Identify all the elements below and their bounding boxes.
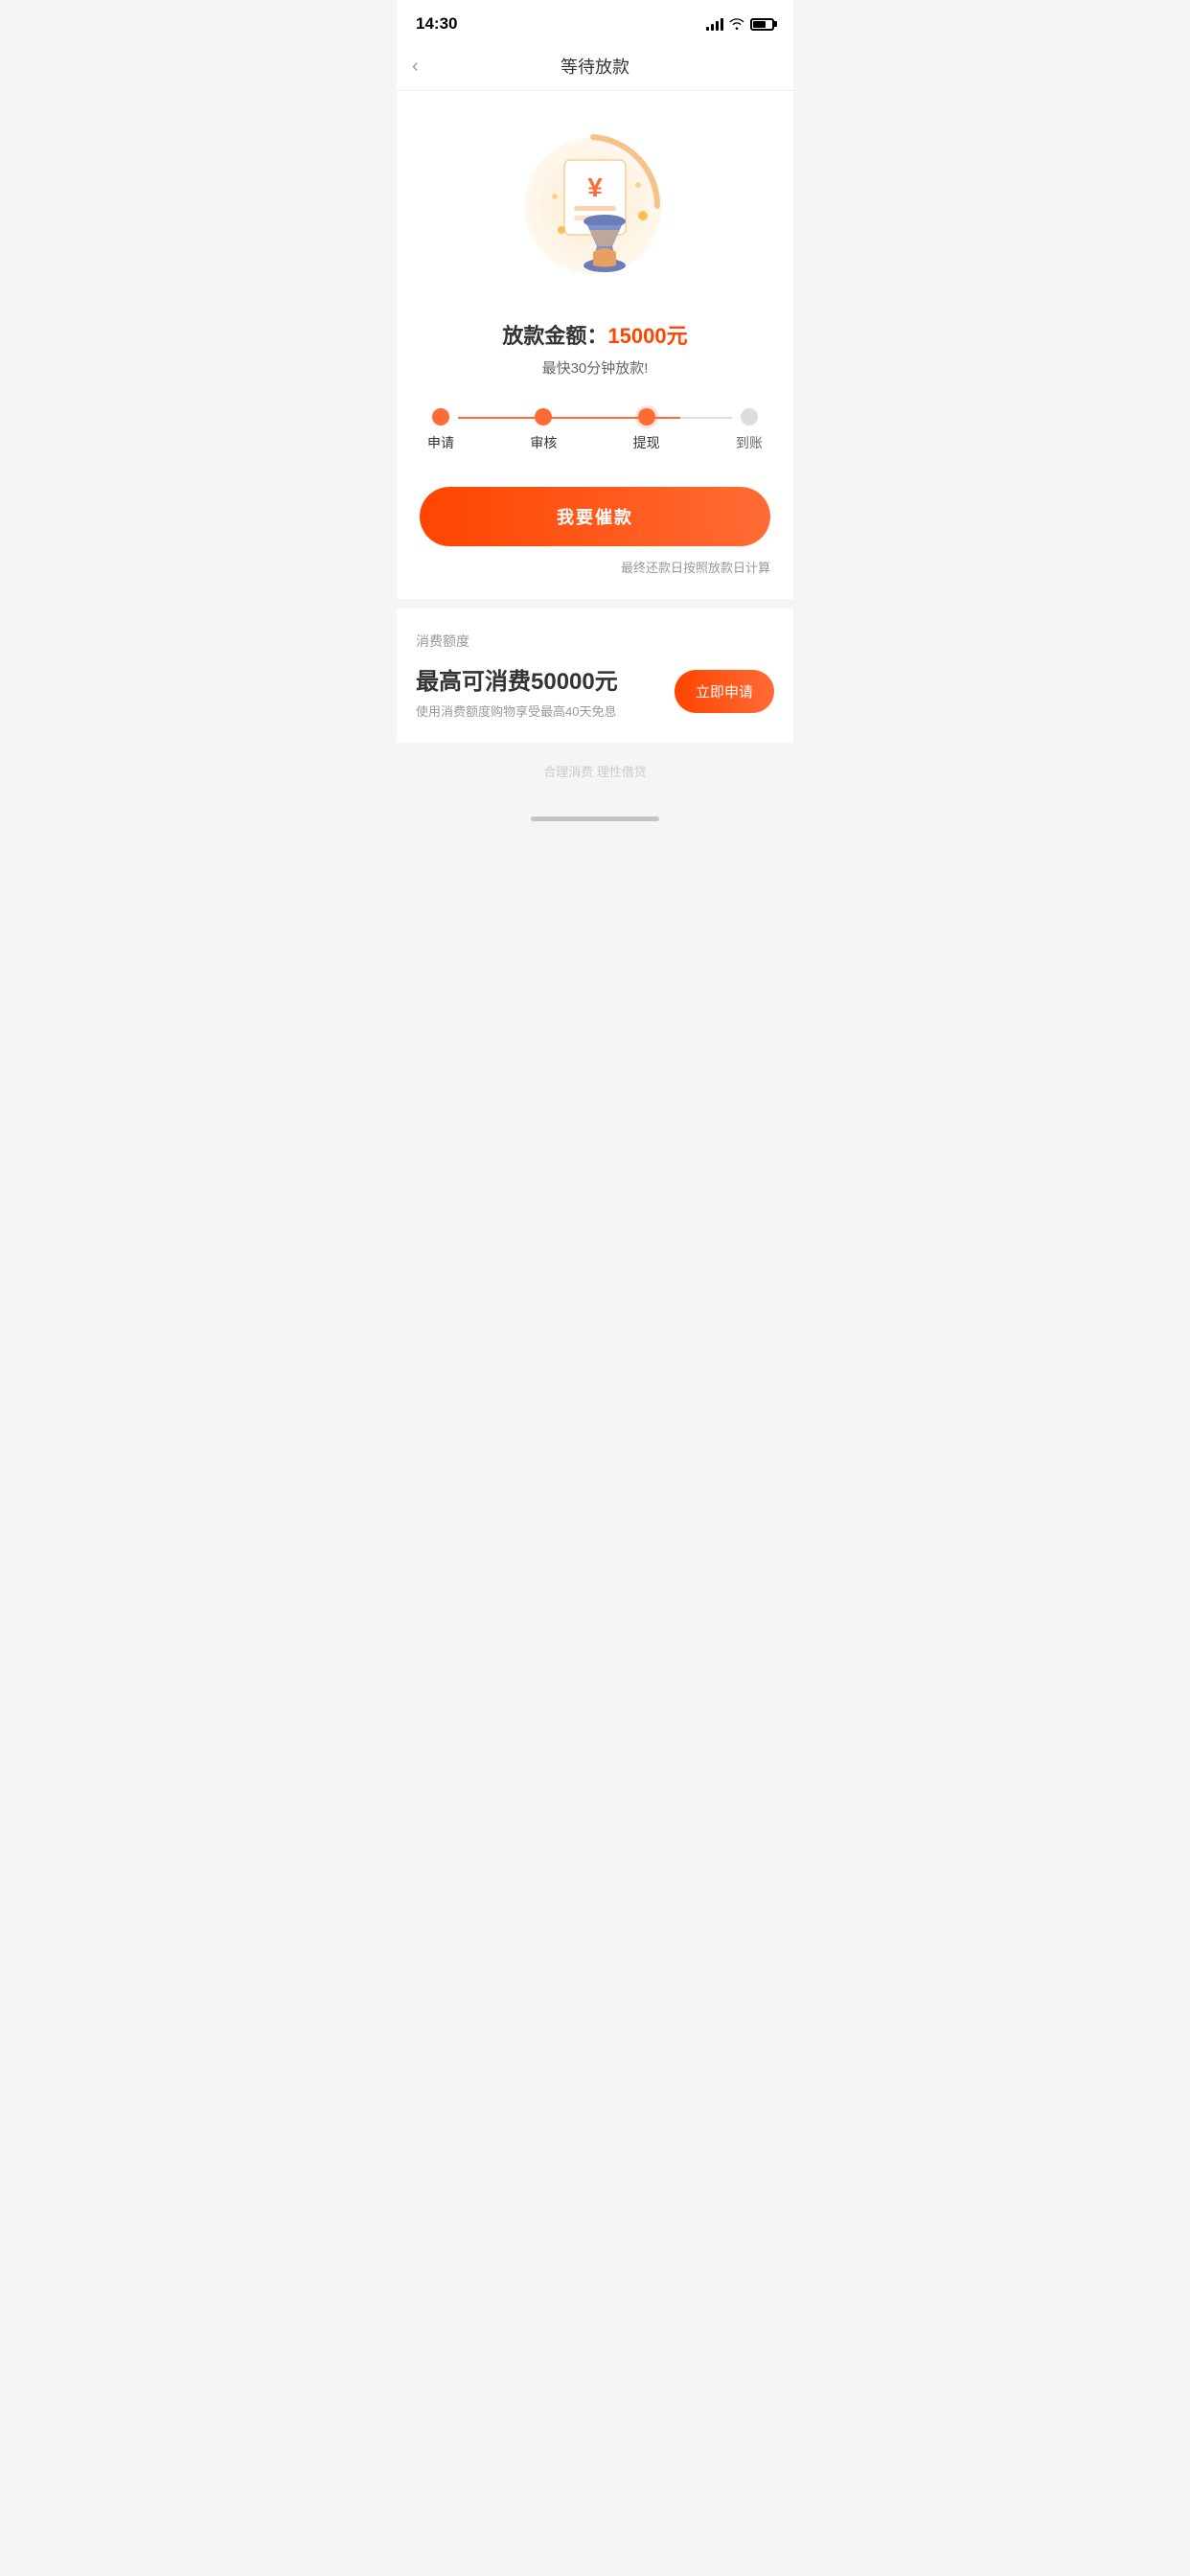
credit-left: 最高可消费50000元 使用消费额度购物享受最高40天免息 xyxy=(416,662,618,720)
progress-steps: 申请 审核 提现 到账 xyxy=(420,408,770,452)
back-button[interactable]: ‹ xyxy=(412,56,419,78)
disclaimer: 最终还款日按照放款日计算 xyxy=(420,558,770,576)
step-label-apply: 申请 xyxy=(427,433,454,452)
urge-button[interactable]: 我要催款 xyxy=(420,487,770,546)
illustration-wrap: ¥ xyxy=(420,120,770,292)
wifi-icon xyxy=(729,18,744,30)
main-content: ¥ 放款金额：15000元 最快3 xyxy=(397,91,793,599)
svg-text:¥: ¥ xyxy=(587,172,603,202)
status-time: 14:30 xyxy=(416,14,457,34)
page-title: 等待放款 xyxy=(561,54,629,79)
status-bar: 14:30 xyxy=(397,0,793,42)
credit-card-body: 最高可消费50000元 使用消费额度购物享受最高40天免息 立即申请 xyxy=(416,662,774,720)
step-dot-arrival xyxy=(741,408,758,426)
waiting-illustration: ¥ xyxy=(509,120,681,292)
step-label-arrival: 到账 xyxy=(736,433,763,452)
amount-subtitle: 最快30分钟放款! xyxy=(420,357,770,378)
step-label-review: 审核 xyxy=(530,433,557,452)
home-indicator-bar xyxy=(531,816,659,821)
status-icons xyxy=(706,17,774,31)
step-dot-withdraw xyxy=(638,408,655,426)
step-dot-apply xyxy=(432,408,449,426)
section-gap xyxy=(397,599,793,609)
step-label-withdraw: 提现 xyxy=(633,433,660,452)
amount-title: 放款金额：15000元 xyxy=(420,319,770,350)
home-indicator xyxy=(397,809,793,827)
nav-bar: ‹ 等待放款 xyxy=(397,42,793,91)
step-arrival: 到账 xyxy=(736,408,763,452)
amount-section: 放款金额：15000元 最快30分钟放款! xyxy=(420,319,770,378)
credit-amount: 最高可消费50000元 xyxy=(416,662,618,696)
credit-label: 消费额度 xyxy=(416,632,774,651)
apply-now-button[interactable]: 立即申请 xyxy=(675,670,774,713)
step-review: 审核 xyxy=(530,408,557,452)
amount-value: 15000元 xyxy=(607,324,687,348)
step-dot-review xyxy=(535,408,552,426)
step-apply: 申请 xyxy=(427,408,454,452)
footer: 合理消费 理性借贷 xyxy=(397,743,793,809)
battery-icon xyxy=(750,18,774,31)
credit-desc: 使用消费额度购物享受最高40天免息 xyxy=(416,702,618,720)
signal-icon xyxy=(706,17,723,31)
step-withdraw: 提现 xyxy=(633,408,660,452)
credit-card: 消费额度 最高可消费50000元 使用消费额度购物享受最高40天免息 立即申请 xyxy=(397,609,793,743)
